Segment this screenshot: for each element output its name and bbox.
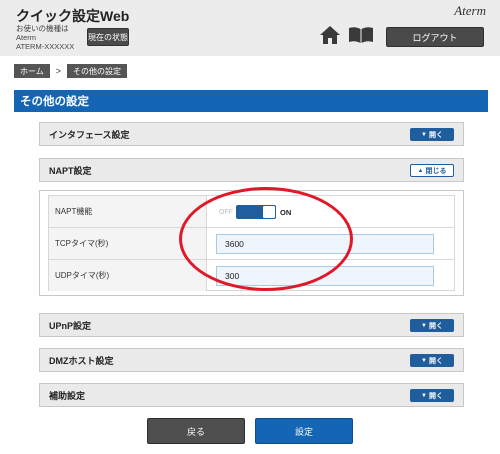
book-icon[interactable]	[348, 26, 374, 44]
toggle-on-label: ON	[280, 207, 292, 217]
dmz-open-button[interactable]: ▼ 開く	[410, 354, 454, 367]
back-button[interactable]: 戻る	[147, 418, 245, 444]
model-line-1: お使いの機種は	[16, 24, 69, 33]
aux-open-button[interactable]: ▼ 開く	[410, 389, 454, 402]
section-aux[interactable]: 補助設定 ▼ 開く	[39, 383, 464, 407]
tcp-timer-label: TCPタイマ(秒)	[49, 228, 207, 259]
breadcrumb: ホーム > その他の設定	[14, 64, 128, 78]
model-line-2: Aterm	[16, 33, 37, 42]
section-upnp-label: UPnP設定	[49, 320, 92, 331]
udp-timer-input[interactable]	[216, 266, 434, 286]
section-interface[interactable]: インタフェース設定 ▼ 開く	[39, 122, 464, 146]
section-aux-label: 補助設定	[49, 390, 86, 401]
section-napt-label: NAPT設定	[49, 165, 92, 176]
interface-open-button[interactable]: ▼ 開く	[410, 128, 454, 141]
napt-close-button[interactable]: ▲ 閉じる	[410, 164, 454, 177]
napt-table: NAPT機能 OFF ON TCPタイマ(秒) UDPタイマ(秒)	[48, 195, 455, 291]
dmz-open-label: 開く	[428, 357, 443, 365]
brand-logo: Aterm	[454, 3, 486, 18]
napt-panel: NAPT機能 OFF ON TCPタイマ(秒) UDPタイマ(秒)	[39, 190, 464, 296]
breadcrumb-current: その他の設定	[67, 64, 128, 78]
chevron-down-icon: ▼	[421, 322, 427, 329]
tcp-timer-input[interactable]	[216, 234, 434, 254]
napt-close-label: 閉じる	[425, 167, 447, 175]
upnp-open-button[interactable]: ▼ 開く	[410, 319, 454, 332]
napt-toggle[interactable]: OFF ON	[219, 205, 291, 219]
napt-function-row: NAPT機能 OFF ON	[49, 196, 454, 228]
udp-timer-row: UDPタイマ(秒)	[49, 260, 454, 292]
breadcrumb-separator: >	[55, 66, 62, 76]
section-upnp[interactable]: UPnP設定 ▼ 開く	[39, 313, 464, 337]
chevron-down-icon: ▼	[421, 392, 427, 399]
page-title: その他の設定	[14, 90, 488, 112]
aux-open-label: 開く	[428, 392, 443, 400]
home-icon[interactable]	[319, 24, 341, 46]
toggle-switch[interactable]	[236, 205, 276, 219]
section-dmz[interactable]: DMZホスト設定 ▼ 開く	[39, 348, 464, 372]
header-bar: クイック設定Web お使いの機種は Aterm ATERM-XXXXXX 現在の…	[0, 0, 500, 56]
logout-button[interactable]: ログアウト	[386, 27, 484, 47]
toggle-off-label: OFF	[219, 208, 233, 216]
udp-timer-label: UDPタイマ(秒)	[49, 260, 207, 291]
chevron-down-icon: ▼	[421, 357, 427, 364]
tcp-timer-row: TCPタイマ(秒)	[49, 228, 454, 260]
app-title: クイック設定Web	[16, 8, 130, 24]
upnp-open-label: 開く	[428, 322, 443, 330]
save-button[interactable]: 設定	[255, 418, 353, 444]
model-line-3: ATERM-XXXXXX	[16, 42, 75, 51]
chevron-down-icon: ▼	[421, 131, 427, 138]
napt-function-label: NAPT機能	[49, 196, 207, 227]
toggle-knob	[262, 205, 276, 219]
model-info: お使いの機種は Aterm ATERM-XXXXXX	[16, 24, 74, 51]
current-status-button[interactable]: 現在の状態	[87, 28, 129, 46]
section-napt[interactable]: NAPT設定 ▲ 閉じる	[39, 158, 464, 182]
section-dmz-label: DMZホスト設定	[49, 355, 114, 366]
interface-open-label: 開く	[428, 131, 443, 139]
section-interface-label: インタフェース設定	[49, 129, 130, 140]
breadcrumb-home[interactable]: ホーム	[14, 64, 50, 78]
chevron-up-icon: ▲	[417, 167, 424, 174]
